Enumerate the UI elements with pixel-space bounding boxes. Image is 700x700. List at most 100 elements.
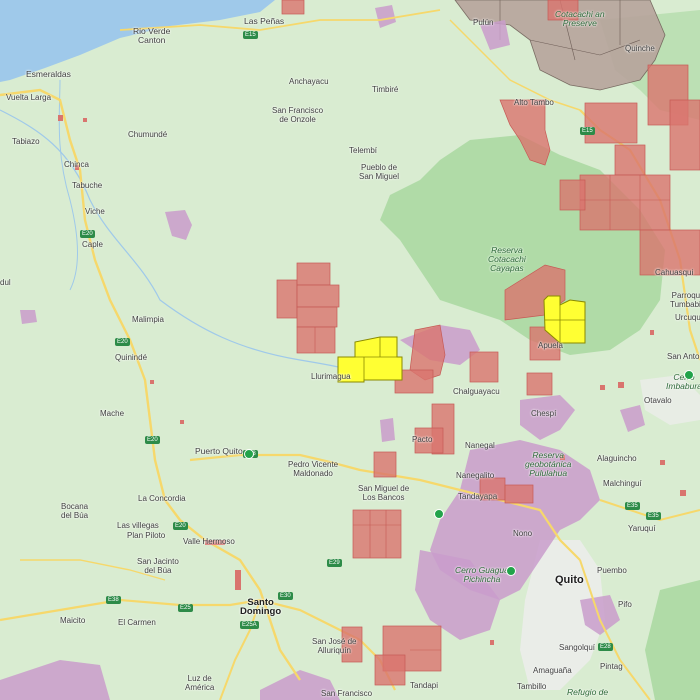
concession[interactable] [374,654,406,686]
protected-area-10 [20,310,37,324]
road-shield-e20: E20 [115,338,130,346]
place-caple: Caple [82,240,103,249]
place-apuela: Apuela [538,341,563,350]
place-luz-america: Luz de América [185,674,215,692]
road-shield-e20: E20 [173,522,188,530]
concession[interactable] [373,451,397,478]
concession[interactable] [669,99,700,171]
place-cerro-imbabura: Cerro Imbabura [666,373,700,391]
place-las-penas: Las Peñas [244,16,285,26]
road-shield-e35: E35 [625,502,640,510]
place-vuelta-larga: Vuelta Larga [6,93,52,102]
small-concession [490,640,494,645]
place-tandayapa: Tandayapa [458,492,498,501]
concession[interactable] [584,102,638,144]
place-pedro-vicente: Pedro Vicente Maldonado [288,460,339,478]
place-chalguayacu: Chalguayacu [453,387,500,396]
protected-area-9 [380,418,395,442]
place-la-concordia: La Concordia [138,494,186,503]
small-concession [150,380,154,384]
place-reserva-cotacachi: Reserva Cotacachi Cayapas [488,245,526,273]
place-refugio: Refugio de [567,687,609,697]
concession[interactable] [296,284,340,308]
road-shield-e38: E38 [106,596,121,604]
place-malchingui: Malchinguí [603,479,642,488]
place-pifo: Pifo [618,600,632,609]
place-bocana-bua: Bocana del Búa [61,502,89,520]
map-layers [0,0,700,700]
park-pin-icon[interactable] [684,370,694,380]
place-alto-tambo: Alto Tambo [514,98,554,107]
road-shield-e25: E25 [178,604,193,612]
place-cahuasqui: Cahuasqui [655,268,694,277]
place-rio-verde: Rio Verde Canton [133,26,171,45]
concession[interactable] [504,484,534,504]
park-pin-icon[interactable] [506,566,516,576]
place-san-miguel-bancos: San Miguel de Los Bancos [358,484,410,502]
small-concession [618,382,624,388]
place-telembi: Telembí [349,146,378,155]
place-alaguincho: Alaguincho [597,454,637,463]
place-tandapi: Tandapi [410,681,439,690]
road-shield-e29: E29 [327,559,342,567]
road-shield-e20: E20 [80,230,95,238]
place-las-villegas: Las villegas [117,521,159,530]
place-quininde: Quinindé [115,353,148,362]
place-san-antonio: San Antonio [667,352,700,361]
place-pulun: Pulún [473,18,494,27]
small-concession [680,490,686,496]
place-san-francisco-south: San Francisco [321,689,373,698]
small-concession [600,385,605,390]
place-llurimagua: Llurimagua [311,372,351,381]
place-reserva-pululahua: Reserva geobotánica Pululahua [525,450,572,478]
place-chespi: Chespí [531,409,557,418]
concession[interactable] [526,372,553,396]
place-otavalo: Otavalo [644,396,672,405]
small-concession [58,115,63,121]
road-shield-e15: E15 [243,31,258,39]
place-plan-piloto: Plan Piloto [127,531,166,540]
concession[interactable] [579,174,671,231]
place-yaruqui: Yaruquí [628,524,656,533]
place-quinche: Quinche [625,44,655,53]
small-concession [180,420,184,424]
place-puembo: Puembo [597,566,627,575]
concession[interactable] [469,351,499,383]
place-urcuqui: Urcuquí [675,313,700,322]
place-parroquia-tumbabiro: Parroquia Tumbabiro [670,291,700,309]
place-anchayacu: Anchayacu [289,77,329,86]
place-mache: Mache [100,409,125,418]
road-shield-e20: E20 [145,436,160,444]
concession[interactable] [296,326,336,354]
concession[interactable] [296,306,338,328]
place-timbire: Timbiré [372,85,399,94]
road-shield-e35: E35 [646,512,661,520]
concession[interactable] [352,509,402,559]
concession[interactable] [559,179,586,211]
road-shield-e15: E15 [580,127,595,135]
place-viche: Viche [85,207,105,216]
place-nanegalito: Nanegalito [456,471,495,480]
place-chinca: Chinca [64,160,89,169]
place-puerto-quito: Puerto Quito [195,446,243,456]
place-santo-domingo[interactable]: Santo Domingo [240,598,281,617]
place-pintag: Pintag [600,662,623,671]
small-concession [83,118,87,122]
place-san-francisco-onzole: San Francisco de Onzole [272,106,324,124]
concession[interactable] [281,0,305,15]
map-canvas[interactable]: Las Peñas Rio Verde Canton Esmeraldas Vu… [0,0,700,700]
place-valle-hermoso: Valle Hermoso [183,537,235,546]
place-nono: Nono [513,529,533,538]
place-malimpia: Malimpia [132,315,165,324]
place-chumunde: Chumundé [128,130,168,139]
park-pin-icon[interactable] [244,449,254,459]
park-pin-icon[interactable] [434,509,444,519]
place-tambillo: Tambillo [517,682,547,691]
small-concession [660,460,665,465]
concession[interactable] [296,262,331,286]
concession[interactable] [276,279,298,319]
place-amaguana: Amaguaña [533,666,572,675]
concession[interactable] [614,144,646,176]
place-quito[interactable]: Quito [555,575,584,586]
place-maicito: Maicito [60,616,86,625]
